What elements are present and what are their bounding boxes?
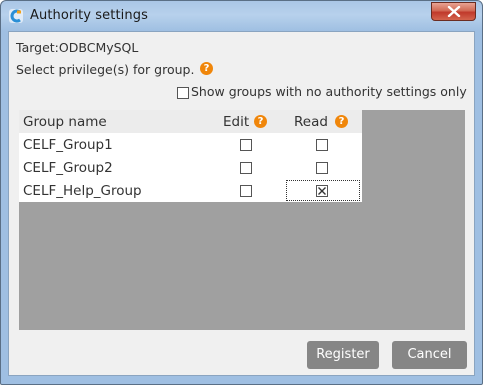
group-name: CELF_Help_Group	[23, 183, 142, 199]
table-header: Group name Edit ? Read ?	[19, 110, 362, 133]
read-help-icon[interactable]: ?	[335, 115, 348, 128]
close-button[interactable]	[431, 2, 476, 21]
table-row: CELF_Group1	[19, 133, 362, 156]
target-value: ODBCMySQL	[58, 40, 139, 55]
read-checkbox[interactable]	[316, 162, 328, 174]
filter-checkbox-label: Show groups with no authority settings o…	[191, 84, 467, 99]
target-label: Target:ODBCMySQL	[16, 40, 139, 55]
column-header-group-name: Group name	[23, 114, 107, 130]
read-checkbox[interactable]	[316, 139, 328, 151]
group-table: Group name Edit ? Read ? CELF_Group1 CEL…	[19, 110, 362, 202]
dialog-body: Target:ODBCMySQL Select privilege(s) for…	[8, 31, 475, 376]
filter-checkbox[interactable]	[177, 87, 189, 99]
close-icon	[447, 6, 461, 17]
group-table-area: Group name Edit ? Read ? CELF_Group1 CEL…	[19, 110, 465, 330]
title-bar[interactable]: Authority settings	[1, 1, 482, 31]
column-header-edit: Edit	[223, 114, 250, 130]
group-name: CELF_Group1	[23, 137, 113, 153]
table-end	[19, 202, 362, 203]
table-row: CELF_Help_Group	[19, 179, 362, 202]
edit-checkbox[interactable]	[240, 185, 252, 197]
checkmark-icon	[318, 187, 326, 195]
authority-settings-window: Authority settings Target:ODBCMySQL Sele…	[0, 0, 483, 385]
help-icon[interactable]: ?	[200, 62, 213, 75]
instruction-text: Select privilege(s) for group.	[16, 62, 195, 77]
edit-checkbox[interactable]	[240, 139, 252, 151]
column-header-read: Read	[294, 114, 328, 130]
read-checkbox-checked[interactable]	[316, 185, 328, 197]
edit-help-icon[interactable]: ?	[254, 115, 267, 128]
cancel-button[interactable]: Cancel	[392, 341, 467, 369]
group-name: CELF_Group2	[23, 160, 113, 176]
app-logo-icon	[9, 9, 23, 23]
window-title: Authority settings	[30, 8, 148, 23]
register-button[interactable]: Register	[307, 341, 379, 369]
table-row: CELF_Group2	[19, 156, 362, 179]
edit-checkbox[interactable]	[240, 162, 252, 174]
